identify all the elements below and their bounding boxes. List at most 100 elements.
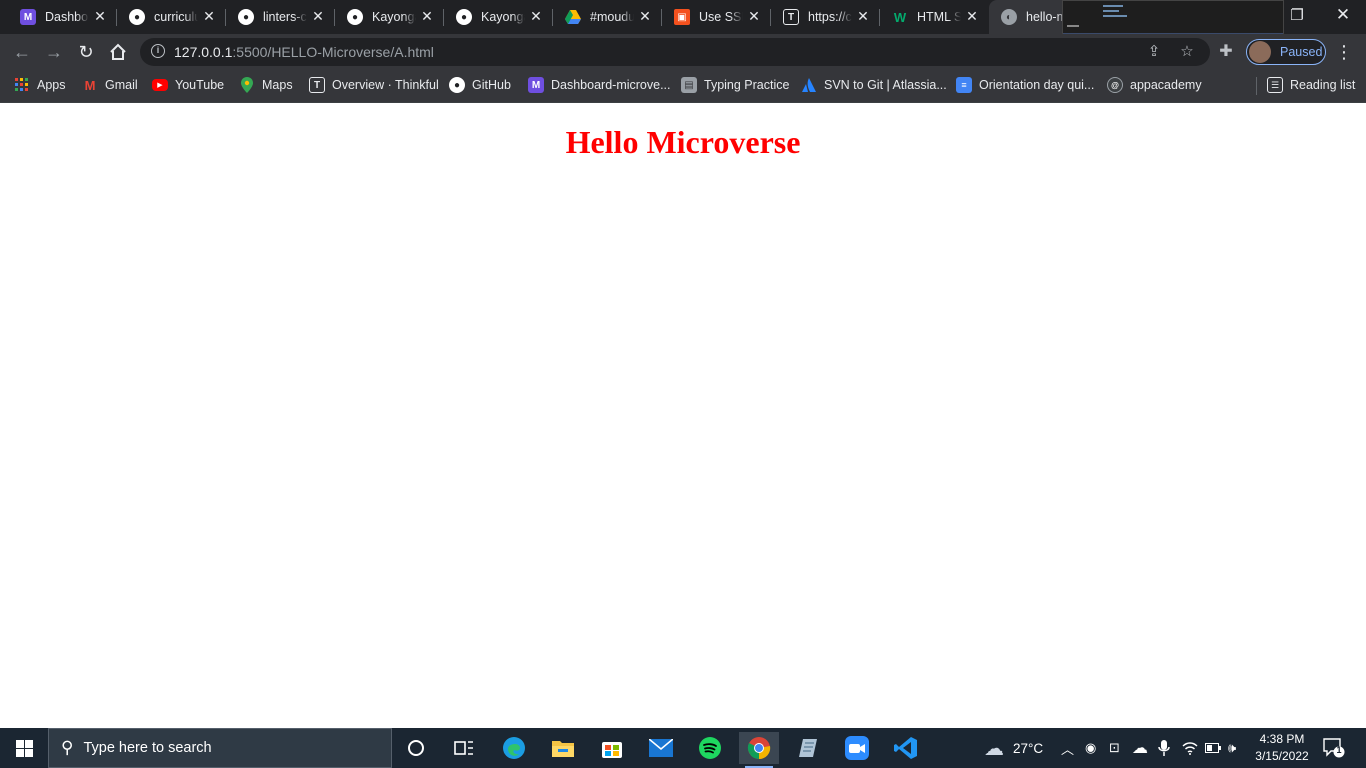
reload-icon[interactable]: ↻ <box>74 40 98 64</box>
forward-icon[interactable]: → <box>42 40 66 64</box>
weather-temperature: 27°C <box>1013 740 1044 756</box>
bookmark-dashboard-microverse[interactable]: M Dashboard-microve... <box>528 70 671 100</box>
atlassian-icon <box>801 77 817 93</box>
maps-pin-icon <box>239 77 255 93</box>
tab-linters[interactable]: ● linters-config ✕ <box>226 0 335 34</box>
zoom-icon[interactable] <box>837 732 877 764</box>
vscode-icon[interactable] <box>886 732 926 764</box>
microverse-icon: M <box>528 77 544 93</box>
onedrive-cloud-icon[interactable]: ☁ <box>1132 728 1148 768</box>
close-icon[interactable]: ✕ <box>420 9 434 23</box>
google-docs-icon: ≡ <box>956 77 972 93</box>
apps-grid-icon <box>14 77 30 93</box>
clock-time: 4:38 PM <box>1259 732 1305 746</box>
close-icon[interactable]: ✕ <box>202 9 216 23</box>
restore-window-icon[interactable]: ❐ <box>1274 0 1320 30</box>
notes-app-icon[interactable] <box>788 732 828 764</box>
record-icon[interactable]: ◉ <box>1085 728 1096 768</box>
url-text[interactable]: 127.0.0.1:5500/HELLO-Microverse/A.html <box>174 44 434 60</box>
home-icon[interactable] <box>106 40 130 64</box>
github-icon: ● <box>456 9 472 25</box>
youtube-icon: ▶ <box>152 79 168 91</box>
github-icon: ● <box>449 77 465 93</box>
tab-title: Dashboard - Microverse <box>45 10 89 24</box>
bookmark-typing-practice[interactable]: ▤ Typing Practice <box>681 70 789 100</box>
share-icon[interactable]: ⇪ <box>1144 42 1164 62</box>
tab-curriculum[interactable]: ● curriculum ✕ <box>117 0 226 34</box>
close-window-icon[interactable]: ✕ <box>1320 0 1366 30</box>
search-icon: ⚲ <box>61 738 74 757</box>
tab-title: linters-config <box>263 10 307 24</box>
clock[interactable]: 4:38 PM 3/15/2022 <box>1252 731 1312 765</box>
cloud-icon: ☁ <box>984 737 1004 760</box>
page-heading: Hello Microverse <box>565 124 801 160</box>
extensions-puzzle-icon[interactable]: ✚ <box>1216 42 1236 62</box>
bookmark-apps[interactable]: Apps <box>14 70 66 100</box>
spotify-icon[interactable] <box>690 732 730 764</box>
thinkful-icon: T <box>309 77 325 93</box>
microsoft-store-icon[interactable] <box>592 732 632 764</box>
task-view-icon[interactable] <box>444 732 484 764</box>
google-drive-icon <box>565 9 581 25</box>
tab-dashboard[interactable]: M Dashboard - Microverse ✕ <box>8 0 117 34</box>
windows-taskbar: ⚲ Type here to search ☁ 27°C ︿ ◉ ⊡ ☁ 🕪 4… <box>0 728 1366 768</box>
bookmark-label: Orientation day qui... <box>979 78 1095 92</box>
tab-title: HTML Sl <box>917 10 961 24</box>
taskbar-search-box[interactable]: ⚲ Type here to search <box>48 728 392 768</box>
navigation-toolbar: ← → ↻ i 127.0.0.1:5500/HELLO-Microverse/… <box>0 34 1366 70</box>
tab-html-slides[interactable]: W HTML Sl ✕ <box>880 0 989 34</box>
browser-chrome: M Dashboard - Microverse ✕ ● curriculum … <box>0 0 1366 103</box>
tab-module[interactable]: #moudule ✕ <box>553 0 662 34</box>
bookmark-thinkful[interactable]: T Overview · Thinkful <box>309 70 439 100</box>
close-icon[interactable]: ✕ <box>93 9 107 23</box>
wifi-icon[interactable] <box>1182 728 1198 768</box>
bookmark-label: Maps <box>262 78 293 92</box>
notification-center-icon[interactable]: 1 <box>1323 728 1345 768</box>
show-hidden-icons-chevron-icon[interactable]: ︿ <box>1061 728 1074 768</box>
windows-start-icon[interactable] <box>0 728 48 768</box>
battery-icon[interactable] <box>1205 728 1221 768</box>
bookmark-github[interactable]: ● GitHub <box>449 70 511 100</box>
meet-now-icon[interactable]: ⊡ <box>1109 728 1120 768</box>
kebab-menu-icon[interactable]: ⋮ <box>1334 42 1354 62</box>
bookmark-label: SVN to Git | Atlassia... <box>824 78 947 92</box>
cortana-icon[interactable] <box>396 732 436 764</box>
close-icon[interactable]: ✕ <box>747 9 761 23</box>
site-info-icon[interactable]: i <box>151 44 165 58</box>
profile-button[interactable]: Paused <box>1246 39 1326 65</box>
close-icon[interactable]: ✕ <box>965 9 979 23</box>
close-icon[interactable]: ✕ <box>311 9 325 23</box>
mail-icon[interactable] <box>641 732 681 764</box>
tab-title: curriculum <box>154 10 198 24</box>
tab-https[interactable]: T https://c ✕ <box>771 0 880 34</box>
bookmark-star-icon[interactable]: ☆ <box>1177 42 1197 62</box>
chrome-icon[interactable] <box>739 732 779 768</box>
tab-use-ssh[interactable]: ▣ Use SSH ✕ <box>662 0 771 34</box>
bookmark-orientation-day[interactable]: ≡ Orientation day qui... <box>956 70 1094 100</box>
microphone-icon[interactable] <box>1158 728 1170 768</box>
file-explorer-icon[interactable] <box>543 732 583 764</box>
volume-icon[interactable]: 🕪 <box>1228 728 1236 768</box>
reading-list-button[interactable]: ☰ Reading list <box>1267 70 1355 100</box>
bookmark-appacademy[interactable]: @ appacademy <box>1107 70 1202 100</box>
close-icon[interactable]: ✕ <box>529 9 543 23</box>
close-icon[interactable]: ✕ <box>638 9 652 23</box>
bookmark-gmail[interactable]: M Gmail <box>82 70 138 100</box>
reading-list-icon: ☰ <box>1267 77 1283 93</box>
tab-strip: M Dashboard - Microverse ✕ ● curriculum … <box>0 0 1366 42</box>
back-icon[interactable]: ← <box>10 40 34 64</box>
bookmark-youtube[interactable]: ▶ YouTube <box>152 70 224 100</box>
weather-widget[interactable]: ☁ 27°C <box>984 728 1043 768</box>
tab-kayonga-1[interactable]: ● Kayonga ✕ <box>335 0 444 34</box>
github-icon: ● <box>129 9 145 25</box>
edge-icon[interactable] <box>494 732 534 764</box>
address-bar[interactable]: i 127.0.0.1:5500/HELLO-Microverse/A.html… <box>140 38 1210 66</box>
bookmark-svn-to-git[interactable]: SVN to Git | Atlassia... <box>801 70 947 100</box>
bookmark-maps[interactable]: Maps <box>239 70 293 100</box>
close-icon[interactable]: ✕ <box>856 9 870 23</box>
bookmark-label: Gmail <box>105 78 138 92</box>
tab-title: https://c <box>808 10 852 24</box>
keyboard-icon: ▤ <box>681 77 697 93</box>
microverse-icon: M <box>20 9 36 25</box>
tab-kayonga-2[interactable]: ● Kayonga ✕ <box>444 0 553 34</box>
